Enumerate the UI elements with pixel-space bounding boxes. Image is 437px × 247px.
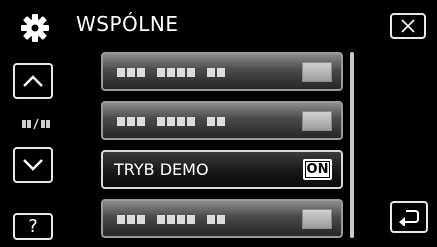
chevron-up-icon (23, 75, 43, 87)
scroll-down-button[interactable] (13, 147, 53, 183)
item-label: TRYB DEMO (114, 160, 209, 179)
list-item[interactable] (101, 199, 343, 238)
help-label: ? (28, 216, 38, 237)
gear-icon (21, 14, 49, 42)
close-button[interactable] (390, 13, 426, 39)
item-value-placeholder (302, 209, 332, 229)
scrollbar[interactable] (350, 52, 354, 238)
chevron-down-icon (23, 159, 43, 171)
item-value-placeholder (302, 62, 332, 82)
list-item[interactable] (101, 101, 343, 140)
item-value-placeholder (302, 111, 332, 131)
list-item-demo-mode[interactable]: TRYB DEMO ON (101, 150, 343, 189)
list-item[interactable] (101, 52, 343, 91)
back-button[interactable] (390, 201, 428, 233)
page-indicator (22, 118, 50, 130)
scroll-up-button[interactable] (13, 63, 53, 99)
status-badge: ON (303, 159, 332, 180)
page-title: WSPÓLNE (76, 12, 179, 36)
help-button[interactable]: ? (13, 213, 53, 240)
close-icon (401, 19, 415, 33)
back-icon (399, 210, 419, 226)
